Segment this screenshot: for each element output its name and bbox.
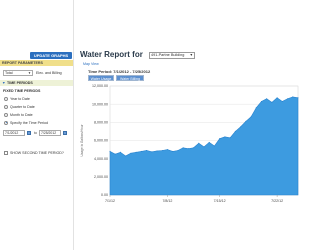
main-panel: Water Report for 491-Partne Building ▼ M… — [76, 0, 300, 250]
time-periods-header[interactable]: ▼ TIME PERIODS — [0, 80, 73, 86]
data-point — [297, 97, 299, 99]
page-title: Water Report for — [80, 50, 143, 59]
second-period-label: SHOW SECOND TIME PERIOD? — [10, 151, 64, 155]
fixed-time-label: FIXED TIME PERIODS — [3, 89, 41, 93]
sidebar: UPDATE GRAPHS REPORT PARAMETERS Total ▼ … — [0, 0, 74, 250]
date-to-label: to — [34, 131, 37, 135]
data-point — [219, 138, 221, 140]
second-period-toggle[interactable]: SHOW SECOND TIME PERIOD? — [4, 150, 64, 156]
y-tick-label: 2,000.00 — [94, 175, 108, 179]
update-graphs-button[interactable]: UPDATE GRAPHS — [30, 52, 72, 59]
data-point — [292, 96, 294, 98]
option-label: Month to Date — [10, 113, 33, 117]
y-tick-label: 10,000.00 — [92, 102, 108, 106]
data-point — [177, 149, 179, 151]
data-point — [156, 150, 158, 152]
option-label: Specify the Time Period — [10, 121, 48, 125]
collapse-triangle-icon: ▼ — [2, 81, 6, 85]
y-axis-label: Usage in Gallons/Hour — [80, 124, 84, 157]
data-point — [182, 147, 184, 149]
data-point — [229, 137, 231, 139]
meter-select[interactable]: Total ▼ — [3, 70, 33, 76]
report-parameters-header: REPORT PARAMETERS — [0, 60, 73, 66]
tab-water-usage[interactable]: Water Usage — [88, 75, 114, 81]
data-point — [250, 116, 252, 118]
start-date-input[interactable]: 7/1/2012 — [3, 130, 25, 136]
data-point — [109, 150, 111, 152]
option-label: Quarter to Date — [10, 105, 35, 109]
data-point — [255, 107, 257, 109]
data-point — [198, 142, 200, 144]
option-specify-period[interactable]: Specify the Time Period — [4, 120, 48, 126]
calendar-icon[interactable] — [63, 131, 67, 135]
data-point — [266, 98, 268, 100]
data-point — [172, 150, 174, 152]
option-year-to-date[interactable]: Year to Date — [4, 96, 30, 102]
chevron-down-icon: ▼ — [189, 53, 193, 57]
option-label: Year to Date — [10, 97, 30, 101]
data-point — [281, 100, 283, 102]
data-point — [193, 147, 195, 149]
x-tick-label: 7/22/12 — [271, 199, 283, 203]
building-select-value: 491-Partne Building — [151, 53, 185, 57]
radio-icon[interactable] — [4, 96, 8, 101]
data-point — [146, 149, 148, 151]
data-point — [287, 98, 289, 100]
x-tick-label: 7/1/12 — [105, 199, 115, 203]
data-point — [213, 145, 215, 147]
filter-label: Elec. and Billing — [36, 71, 62, 75]
data-point — [224, 136, 226, 138]
checkbox-icon[interactable] — [4, 150, 8, 155]
data-point — [203, 146, 205, 148]
radio-icon[interactable] — [4, 104, 8, 109]
date-range-row: 7/1/2012 to 7/25/2012 — [3, 130, 71, 136]
data-point — [276, 97, 278, 99]
data-point — [187, 148, 189, 150]
data-point — [260, 100, 262, 102]
data-point — [151, 151, 153, 153]
meter-select-value: Total — [5, 71, 13, 75]
usage-chart: 0.00 2,000.00 4,000.00 6,000.00 8,000.00 10,0… — [80, 84, 299, 203]
chart-container: 0.00 2,000.00 4,000.00 6,000.00 8,000.00 10,0… — [76, 82, 300, 250]
data-point — [135, 151, 137, 153]
filter-row: Total ▼ Elec. and Billing — [3, 70, 71, 76]
data-point — [125, 155, 127, 157]
data-point — [245, 120, 247, 122]
data-point — [166, 149, 168, 151]
y-tick-label: 0.00 — [101, 193, 108, 197]
y-tick-label: 12,000.00 — [92, 84, 108, 88]
data-point — [208, 141, 210, 143]
option-month-to-date[interactable]: Month to Date — [4, 112, 33, 118]
data-point — [119, 151, 121, 153]
option-quarter-to-date[interactable]: Quarter to Date — [4, 104, 35, 110]
radio-icon[interactable] — [4, 112, 8, 117]
x-tick-label: 7/8/12 — [162, 199, 172, 203]
radio-checked-icon[interactable] — [4, 120, 8, 125]
data-point — [240, 126, 242, 128]
calendar-icon[interactable] — [27, 131, 31, 135]
time-periods-section: ▼ TIME PERIODS FIXED TIME PERIODS Year t… — [0, 80, 73, 150]
data-point — [114, 153, 116, 155]
data-point — [271, 101, 273, 103]
map-view-link[interactable]: Map View — [83, 62, 99, 66]
chevron-down-icon: ▼ — [28, 71, 31, 75]
data-point — [130, 152, 132, 154]
data-point — [234, 130, 236, 132]
data-point — [161, 149, 163, 151]
y-tick-label: 8,000.00 — [94, 121, 108, 125]
time-period-label: Time Period: 7/1/2012 - 7/25/2012 — [88, 69, 151, 74]
end-date-input[interactable]: 7/25/2012 — [39, 130, 61, 136]
building-select[interactable]: 491-Partne Building ▼ — [149, 52, 195, 59]
data-point — [140, 150, 142, 152]
y-tick-label: 4,000.00 — [94, 157, 108, 161]
tab-water-billing[interactable]: Water Billing — [116, 75, 144, 81]
x-tick-label: 7/15/12 — [214, 199, 226, 203]
time-periods-title: TIME PERIODS — [7, 81, 33, 85]
y-tick-label: 6,000.00 — [94, 139, 108, 143]
